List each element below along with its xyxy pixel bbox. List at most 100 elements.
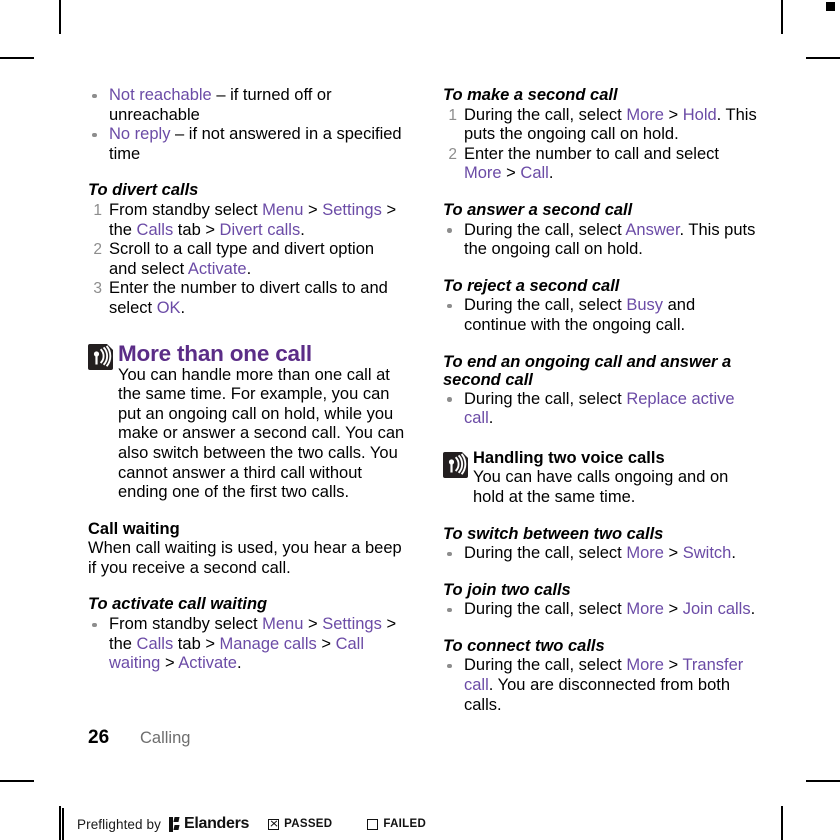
bullet-dot-icon (92, 132, 97, 138)
list-item: During the call, select More > Switch. (443, 544, 760, 564)
crop-mark-bottom-right-vertical (781, 806, 783, 840)
step-number: 1 (93, 201, 102, 219)
procedure-activate-call-waiting: To activate call waiting From standby se… (88, 595, 405, 673)
list-item: 1 During the call, select More > Hold. Th… (443, 106, 760, 145)
step-text: From standby select (109, 615, 263, 634)
bullet-dot-icon (447, 607, 452, 613)
bullet-dot-icon (92, 622, 97, 628)
bullet-dot-icon (92, 93, 97, 98)
menu-path-link[interactable]: Join calls (683, 600, 751, 618)
preflight-failed-status: FAILED (367, 818, 426, 830)
menu-path-link[interactable]: Divert calls (220, 221, 301, 239)
option-link[interactable]: Not reachable (109, 86, 212, 104)
section-heading: Handling two voice calls (473, 448, 665, 467)
procedure-divert-calls: To divert calls 1 From standby select Men… (88, 181, 405, 318)
step-text: During the call, select (464, 544, 627, 563)
step-text: During the call, select (464, 220, 626, 239)
menu-path-link[interactable]: OK (157, 299, 181, 317)
elanders-wordmark: Elanders (183, 815, 250, 832)
menu-path-link[interactable]: More (626, 106, 664, 124)
step-text: During the call, select (464, 105, 627, 124)
list-item: During the call, select Replace active c… (443, 390, 760, 429)
menu-path-link[interactable]: Menu (262, 615, 303, 633)
bullet-dot-icon (447, 663, 452, 669)
menu-path-link[interactable]: Busy (626, 296, 663, 314)
menu-path-link[interactable]: Switch (683, 544, 732, 562)
menu-path-link[interactable]: Manage calls (220, 635, 317, 653)
step-text: . (488, 409, 494, 428)
step-text: > (501, 164, 521, 183)
menu-path-link[interactable]: More (626, 656, 664, 674)
step-text: . (548, 164, 554, 183)
section-more-than-one-call: More than one call You can handle more t… (88, 341, 405, 503)
failed-checkbox[interactable] (367, 818, 379, 830)
failed-label: FAILED (383, 818, 427, 830)
passed-checkbox[interactable] (268, 818, 280, 830)
step-text: tab > (173, 634, 220, 653)
procedure-join-two-calls: To join two calls During the call, selec… (443, 581, 760, 620)
menu-path-link[interactable]: Activate (188, 260, 247, 278)
step-number: 3 (93, 280, 102, 298)
list-item: Not reachable – if turned off or unreach… (88, 86, 405, 125)
step-text: During the call, select (464, 656, 627, 675)
section-handling-two-voice-calls: Handling two voice calls You can have ca… (443, 449, 760, 508)
subsection-call-waiting: Call waiting When call waiting is used, … (88, 520, 405, 579)
list-item: 2 Scroll to a call type and divert option… (88, 240, 405, 279)
procedure-heading: To switch between two calls (443, 524, 664, 543)
bullet-dot-icon (447, 397, 452, 402)
passed-label: PASSED (284, 818, 333, 830)
crop-mark-top-right-vertical (781, 0, 783, 34)
numbered-step-list: 1 From standby select Menu > Settings > t… (88, 201, 405, 319)
crop-mark-top-left-horizontal (0, 57, 34, 59)
procedure-make-second-call: To make a second call 1 During the call, … (443, 86, 760, 184)
menu-path-link[interactable]: Settings (322, 201, 382, 219)
section-body: You can have calls ongoing and on hold a… (473, 468, 729, 506)
note-broadcast-icon (443, 451, 468, 478)
procedure-connect-two-calls: To connect two calls During the call, se… (443, 637, 760, 715)
menu-path-link[interactable]: Menu (262, 201, 303, 219)
step-text: > (316, 634, 336, 653)
right-column: To make a second call 1 During the call, … (443, 86, 760, 715)
step-number: 2 (93, 241, 102, 259)
step-text: . You are disconnected from both calls. (464, 676, 731, 714)
bullet-step-list: During the call, select Busy and continu… (443, 296, 760, 335)
section-body: You can handle more than one call at the… (118, 365, 405, 502)
menu-path-link[interactable]: Hold (683, 106, 717, 124)
step-text: > (663, 656, 683, 675)
procedure-end-and-answer: To end an ongoing call and answer a seco… (443, 353, 760, 429)
procedure-reject-second-call: To reject a second call During the call,… (443, 277, 760, 336)
bullet-dot-icon (447, 551, 452, 557)
preflight-stamp: Preflighted by Elanders PASSED FAILED (62, 808, 426, 840)
list-item: During the call, select Busy and continu… (443, 296, 760, 335)
preflight-label: Preflighted by (77, 816, 161, 832)
menu-path-link[interactable]: Activate (178, 654, 237, 672)
list-item: 3 Enter the number to divert calls to and… (88, 279, 405, 318)
list-item: During the call, select More > Transfer … (443, 656, 760, 715)
step-text: . (246, 259, 252, 278)
section-heading: More than one call (118, 340, 312, 366)
option-link[interactable]: No reply (109, 125, 170, 143)
page-number: 26 (88, 727, 110, 748)
step-text: tab > (173, 220, 220, 239)
step-text: > (303, 615, 323, 634)
procedure-heading: To reject a second call (443, 276, 620, 295)
menu-path-link[interactable]: More (464, 164, 502, 182)
step-number: 1 (448, 106, 457, 124)
bullet-step-list: During the call, select Answer. This put… (443, 221, 760, 260)
crop-mark-bottom-left-vertical (59, 806, 61, 840)
menu-path-link[interactable]: Settings (322, 615, 382, 633)
elanders-mark-icon (168, 816, 180, 832)
step-text: . (300, 220, 305, 239)
menu-path-link[interactable]: More (626, 544, 664, 562)
menu-path-link[interactable]: Calls (137, 635, 174, 653)
menu-path-link[interactable]: More (626, 600, 664, 618)
menu-path-link[interactable]: Call (520, 164, 548, 182)
step-text: > (663, 544, 683, 563)
list-item: 2 Enter the number to call and select Mor… (443, 145, 760, 184)
step-text: Enter the number to call and select (464, 144, 719, 163)
crop-mark-top-right-horizontal (806, 57, 840, 59)
menu-path-link[interactable]: Calls (137, 221, 174, 239)
procedure-answer-second-call: To answer a second call During the call,… (443, 201, 760, 260)
menu-path-link[interactable]: Answer (625, 221, 679, 239)
crop-mark-top-left-vertical (59, 0, 61, 34)
